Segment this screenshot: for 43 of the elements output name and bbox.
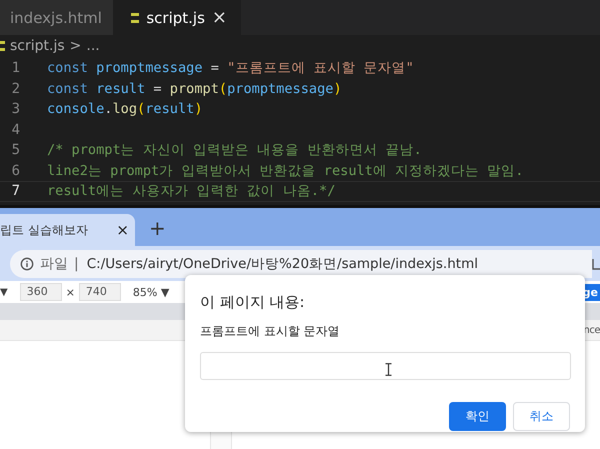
- line-number: 1: [10, 60, 20, 76]
- url-text: C:/Users/airyt/OneDrive/바탕%20화면/sample/indexjs.html: [86, 254, 478, 272]
- close-icon[interactable]: ×: [212, 7, 227, 28]
- close-icon[interactable]: ×: [116, 221, 129, 239]
- address-separator: |: [74, 256, 79, 272]
- height-field[interactable]: 740: [78, 283, 121, 301]
- code-line: /* prompt는 자신이 입력받은 내용을 반환하면서 끝남.: [47, 142, 422, 158]
- line-number: 7: [10, 183, 20, 200]
- line-number: 4: [10, 122, 20, 138]
- width-field[interactable]: 360: [20, 283, 62, 301]
- js-file-icon: [0, 41, 5, 51]
- line-number: 2: [10, 80, 20, 97]
- breadcrumb-item[interactable]: script.js: [10, 38, 65, 54]
- text-cursor-icon: [385, 363, 392, 376]
- cancel-button[interactable]: 취소: [513, 402, 570, 431]
- code-line: console.log(result): [47, 101, 203, 118]
- address-bar[interactable]: 파일 | C:/Users/airyt/OneDrive/바탕%20화면/sample/indexjs.html: [10, 250, 592, 278]
- zoom-dropdown[interactable]: 85% ▼: [132, 286, 170, 298]
- editor-tab[interactable]: script.js ×: [113, 0, 241, 35]
- tab-title: 립트 실습해보자: [0, 222, 88, 238]
- tab-label: script.js: [146, 8, 205, 26]
- breadcrumb-item[interactable]: ...: [86, 38, 100, 54]
- breadcrumb-separator: >: [70, 38, 82, 54]
- line-number: 6: [10, 162, 20, 179]
- ok-button[interactable]: 확인: [449, 402, 506, 431]
- scheme-label: 파일: [40, 254, 68, 272]
- code-line: line2는 prompt가 입력받아서 반환값을 result에 지정하겠다는 말임.: [47, 162, 524, 179]
- times-sign: ×: [66, 286, 75, 298]
- tab-label: indexjs.html: [10, 8, 102, 26]
- browser-tab[interactable]: 립트 실습해보자 ×: [0, 214, 135, 246]
- new-tab-button[interactable]: +: [149, 216, 166, 240]
- editor-tab[interactable]: indexjs.html: [0, 0, 113, 35]
- code-line: result에는 사용자가 입력한 값이 나옴.*/: [47, 183, 336, 200]
- info-icon[interactable]: [20, 256, 34, 270]
- dialog-title: 이 페이지 내용:: [200, 293, 306, 312]
- line-number: 3: [10, 101, 20, 118]
- code-line: const result = prompt(promptmessage): [47, 80, 342, 97]
- code-line: const promptmessage = "프롬프트에 표시할 문자열": [47, 60, 414, 76]
- line-number: 5: [10, 142, 20, 158]
- js-file-icon: [131, 12, 140, 22]
- caret-icon[interactable]: ▼: [0, 286, 8, 298]
- dialog-message: 프롬프트에 표시할 문자열: [200, 323, 341, 340]
- input-field[interactable]: [200, 352, 571, 380]
